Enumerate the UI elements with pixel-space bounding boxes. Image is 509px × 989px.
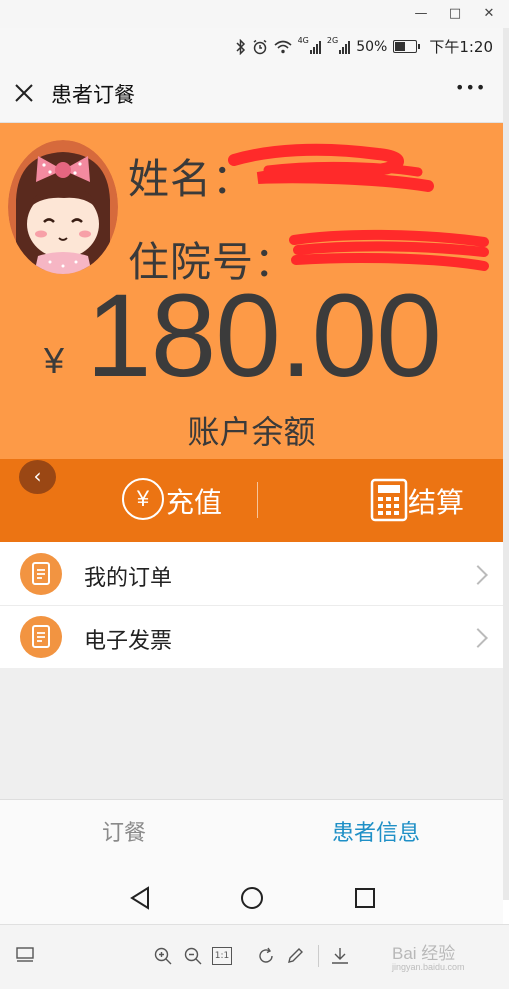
- page-title: 患者订餐: [51, 83, 135, 107]
- document-icon: [20, 616, 62, 658]
- document-icon: [20, 553, 62, 595]
- recharge-button[interactable]: ¥: [122, 478, 166, 522]
- chevron-right-icon: [468, 565, 488, 585]
- tab-order-meal[interactable]: 订餐: [102, 815, 146, 847]
- battery-percent: 50%: [356, 38, 388, 55]
- close-window-button[interactable]: ✕: [478, 3, 500, 25]
- rotate-icon[interactable]: [257, 947, 275, 965]
- zoom-in-icon[interactable]: [154, 947, 172, 965]
- nav-back-icon[interactable]: [128, 886, 152, 910]
- battery-icon: [393, 40, 421, 53]
- menu-label-my-orders: 我的订单: [84, 566, 173, 591]
- alarm-icon: [253, 39, 267, 54]
- download-icon[interactable]: [331, 947, 349, 965]
- more-menu-button[interactable]: •••: [455, 78, 486, 97]
- edit-icon[interactable]: [286, 947, 304, 965]
- recharge-label[interactable]: 充值: [166, 481, 222, 521]
- list-item-e-invoice[interactable]: 电子发票: [0, 606, 503, 668]
- bluetooth-icon: [236, 38, 245, 55]
- menu-label-e-invoice: 电子发票: [84, 629, 173, 654]
- clock: 下午1:20: [429, 38, 493, 56]
- nav-home-icon[interactable]: [240, 886, 264, 910]
- name-redaction-mark: [228, 143, 434, 192]
- system-navigation-bar: [0, 862, 503, 924]
- app-title-bar: 患者订餐 •••: [0, 64, 503, 123]
- watermark-sub: jingyan.baidu.com: [392, 962, 465, 972]
- balance-caption: 账户余额: [187, 413, 316, 451]
- settle-label[interactable]: 结算: [408, 481, 464, 521]
- tab-patient-info[interactable]: 患者信息: [332, 815, 420, 847]
- wifi-icon: [274, 40, 292, 53]
- recharge-icon: ¥: [122, 478, 164, 520]
- close-icon[interactable]: [12, 81, 36, 105]
- list-item-my-orders[interactable]: 我的订单: [0, 543, 503, 605]
- balance-amount: 180.00: [86, 270, 442, 402]
- avatar: [8, 140, 118, 274]
- currency-symbol: ¥: [44, 340, 65, 381]
- viewer-title-bar: — □ ✕: [0, 0, 509, 28]
- back-button[interactable]: ‹: [19, 460, 56, 494]
- status-bar: 4G 2G 50% 下午1:20: [0, 28, 503, 64]
- minimize-button[interactable]: —: [410, 3, 432, 25]
- toolbar-divider: [318, 945, 319, 967]
- nav-recents-icon[interactable]: [354, 887, 376, 909]
- image-viewer-toolbar: 1:1 Bai 经验 jingyan.baidu.com: [0, 924, 509, 989]
- maximize-button[interactable]: □: [444, 3, 466, 25]
- signal-icon: [309, 40, 321, 54]
- empty-content-area: [0, 668, 503, 799]
- thumbnail-icon[interactable]: [16, 947, 34, 963]
- watermark: Bai 经验: [392, 944, 456, 963]
- zoom-out-icon[interactable]: [184, 947, 202, 965]
- network-2g-label: 2G: [326, 36, 339, 45]
- settle-icon[interactable]: [370, 478, 408, 522]
- inpatient-number-redaction-mark: [289, 229, 489, 271]
- action-divider: [257, 482, 258, 518]
- bottom-tab-bar: [0, 799, 503, 862]
- network-4g-label: 4G: [297, 36, 309, 45]
- actual-size-button[interactable]: 1:1: [212, 947, 232, 965]
- viewer-side-edge: [503, 28, 509, 900]
- signal-icon-2: [339, 40, 351, 54]
- chevron-right-icon: [468, 628, 488, 648]
